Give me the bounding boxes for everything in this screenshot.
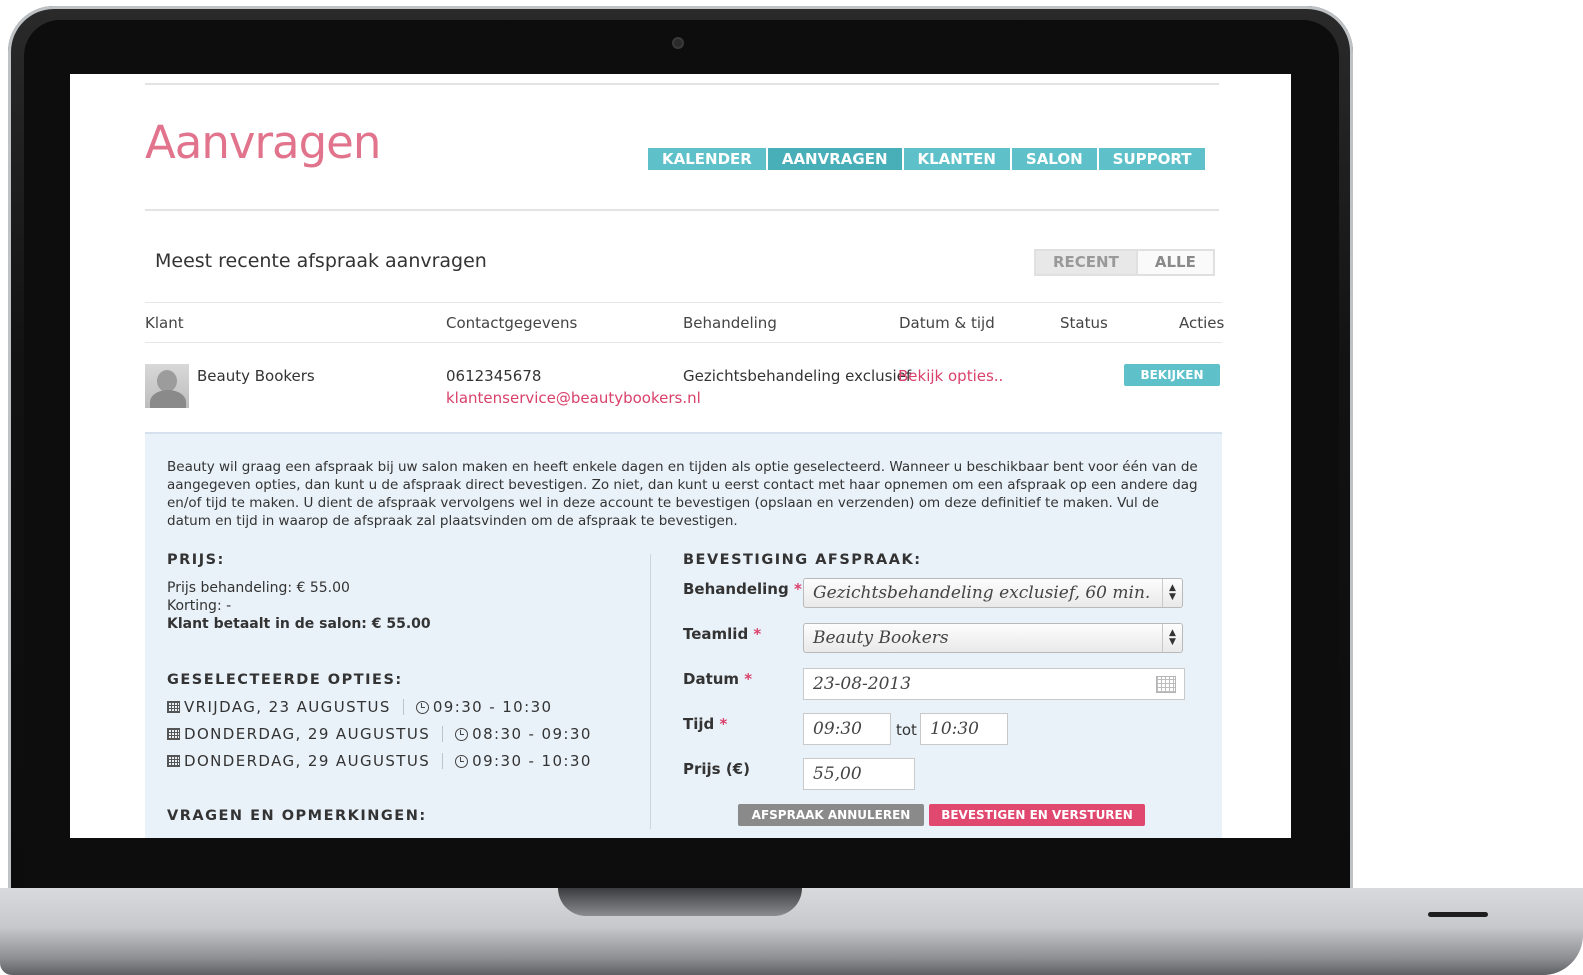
request-detail-panel: Beauty wil graag een afspraak bij uw sal… bbox=[145, 432, 1222, 838]
avatar-head bbox=[157, 370, 177, 392]
calendar-icon bbox=[167, 701, 180, 713]
option-time: 08:30 - 09:30 bbox=[472, 725, 592, 743]
option-row: DONDERDAG, 29 AUGUSTUS 08:30 - 09:30 bbox=[167, 725, 592, 743]
laptop-notch bbox=[558, 888, 802, 916]
client-phone: 0612345678 bbox=[446, 367, 542, 385]
questions-heading: VRAGEN EN OPMERKINGEN: bbox=[167, 808, 427, 824]
option-separator bbox=[442, 726, 444, 742]
column-header-datum: Datum & tijd bbox=[899, 314, 995, 332]
date-label: Datum * bbox=[683, 670, 752, 688]
confirm-send-button[interactable]: BEVESTIGEN EN VERSTUREN bbox=[929, 804, 1145, 826]
page-title: Aanvragen bbox=[145, 116, 381, 169]
required-mark: * bbox=[793, 580, 802, 598]
treatment-label-text: Behandeling bbox=[683, 580, 789, 598]
date-label-text: Datum bbox=[683, 670, 740, 688]
option-date: VRIJDAG, 23 AUGUSTUS bbox=[184, 698, 391, 716]
section-heading: Meest recente afspraak aanvragen bbox=[155, 250, 487, 272]
option-time: 09:30 - 10:30 bbox=[432, 698, 553, 716]
treatment-select[interactable]: Gezichtsbehandeling exclusief, 60 min. ▲… bbox=[803, 578, 1183, 608]
client-email-link[interactable]: klantenservice@beautybookers.nl bbox=[446, 389, 701, 407]
view-button[interactable]: BEKIJKEN bbox=[1124, 364, 1220, 386]
team-label: Teamlid * bbox=[683, 625, 761, 643]
time-separator: tot bbox=[896, 721, 917, 739]
confirm-heading: BEVESTIGING AFSPRAAK: bbox=[683, 552, 922, 568]
team-select-value: Beauty Bookers bbox=[813, 628, 949, 648]
nav-support[interactable]: SUPPORT bbox=[1098, 148, 1206, 170]
clock-icon bbox=[415, 700, 429, 714]
required-mark: * bbox=[719, 715, 728, 733]
option-date: DONDERDAG, 29 AUGUSTUS bbox=[184, 752, 431, 770]
option-separator bbox=[402, 699, 404, 715]
date-input[interactable]: 23-08-2013 bbox=[803, 668, 1185, 700]
avatar-body bbox=[150, 390, 186, 408]
calendar-picker-icon[interactable] bbox=[1156, 676, 1176, 693]
team-select[interactable]: Beauty Bookers ▲ ▼ bbox=[803, 623, 1183, 653]
filter-alle-button[interactable]: ALLE bbox=[1137, 251, 1213, 274]
nav-salon[interactable]: SALON bbox=[1011, 148, 1097, 170]
column-header-acties: Acties bbox=[1179, 314, 1225, 332]
divider bbox=[145, 83, 1219, 85]
column-header-behandeling: Behandeling bbox=[683, 314, 777, 332]
price-treatment: Prijs behandeling: € 55.00 bbox=[167, 580, 350, 596]
option-separator bbox=[442, 753, 444, 769]
date-input-value: 23-08-2013 bbox=[813, 674, 912, 694]
time-label-text: Tijd bbox=[683, 715, 715, 733]
nav-klanten[interactable]: KLANTEN bbox=[903, 148, 1010, 170]
select-arrows-icon: ▲ ▼ bbox=[1162, 579, 1182, 607]
team-label-text: Teamlid bbox=[683, 625, 749, 643]
price-label: Prijs (€) bbox=[683, 760, 750, 778]
avatar bbox=[145, 364, 189, 408]
laptop-indicator bbox=[1428, 912, 1488, 917]
cancel-appointment-button[interactable]: AFSPRAAK ANNULEREN bbox=[738, 804, 924, 826]
time-from-input[interactable]: 09:30 bbox=[803, 713, 891, 745]
divider bbox=[145, 209, 1219, 211]
nav-kalender[interactable]: KALENDER bbox=[648, 148, 766, 170]
divider bbox=[145, 302, 1222, 303]
divider bbox=[145, 342, 1222, 343]
view-options-link[interactable]: Bekijk opties.. bbox=[898, 367, 1003, 385]
price-input[interactable]: 55,00 bbox=[803, 758, 915, 790]
camera-icon bbox=[672, 37, 684, 49]
client-name: Beauty Bookers bbox=[197, 367, 315, 385]
treatment-name: Gezichtsbehandeling exclusief bbox=[683, 367, 912, 385]
treatment-select-value: Gezichtsbehandeling exclusief, 60 min. bbox=[813, 583, 1151, 603]
option-row: VRIJDAG, 23 AUGUSTUS 09:30 - 10:30 bbox=[167, 698, 552, 716]
column-header-klant: Klant bbox=[145, 314, 184, 332]
intro-text: Beauty wil graag een afspraak bij uw sal… bbox=[167, 459, 1198, 529]
filter-toggle: RECENT ALLE bbox=[1034, 249, 1215, 276]
app-screen: Aanvragen KALENDER AANVRAGEN KLANTEN SAL… bbox=[70, 74, 1291, 838]
option-row: DONDERDAG, 29 AUGUSTUS 09:30 - 10:30 bbox=[167, 752, 592, 770]
column-header-status: Status bbox=[1060, 314, 1108, 332]
time-to-input[interactable]: 10:30 bbox=[920, 713, 1008, 745]
required-mark: * bbox=[744, 670, 753, 688]
treatment-label: Behandeling * bbox=[683, 580, 802, 598]
select-arrows-icon: ▲ ▼ bbox=[1162, 624, 1182, 652]
column-header-contact: Contactgegevens bbox=[446, 314, 578, 332]
option-date: DONDERDAG, 29 AUGUSTUS bbox=[184, 725, 431, 743]
filter-recent-button[interactable]: RECENT bbox=[1036, 251, 1136, 274]
time-label: Tijd * bbox=[683, 715, 727, 733]
price-total: Klant betaalt in de salon: € 55.00 bbox=[167, 616, 431, 632]
calendar-icon bbox=[167, 728, 180, 740]
option-time: 09:30 - 10:30 bbox=[472, 752, 592, 770]
required-mark: * bbox=[753, 625, 762, 643]
price-discount: Korting: - bbox=[167, 598, 232, 614]
main-nav: KALENDER AANVRAGEN KLANTEN SALON SUPPORT bbox=[648, 148, 1206, 170]
clock-icon bbox=[455, 754, 469, 768]
column-divider bbox=[650, 554, 651, 829]
options-heading: GESELECTEERDE OPTIES: bbox=[167, 672, 403, 688]
nav-aanvragen[interactable]: AANVRAGEN bbox=[767, 148, 902, 170]
calendar-icon bbox=[167, 755, 180, 767]
price-heading: PRIJS: bbox=[167, 552, 225, 568]
clock-icon bbox=[455, 727, 469, 741]
